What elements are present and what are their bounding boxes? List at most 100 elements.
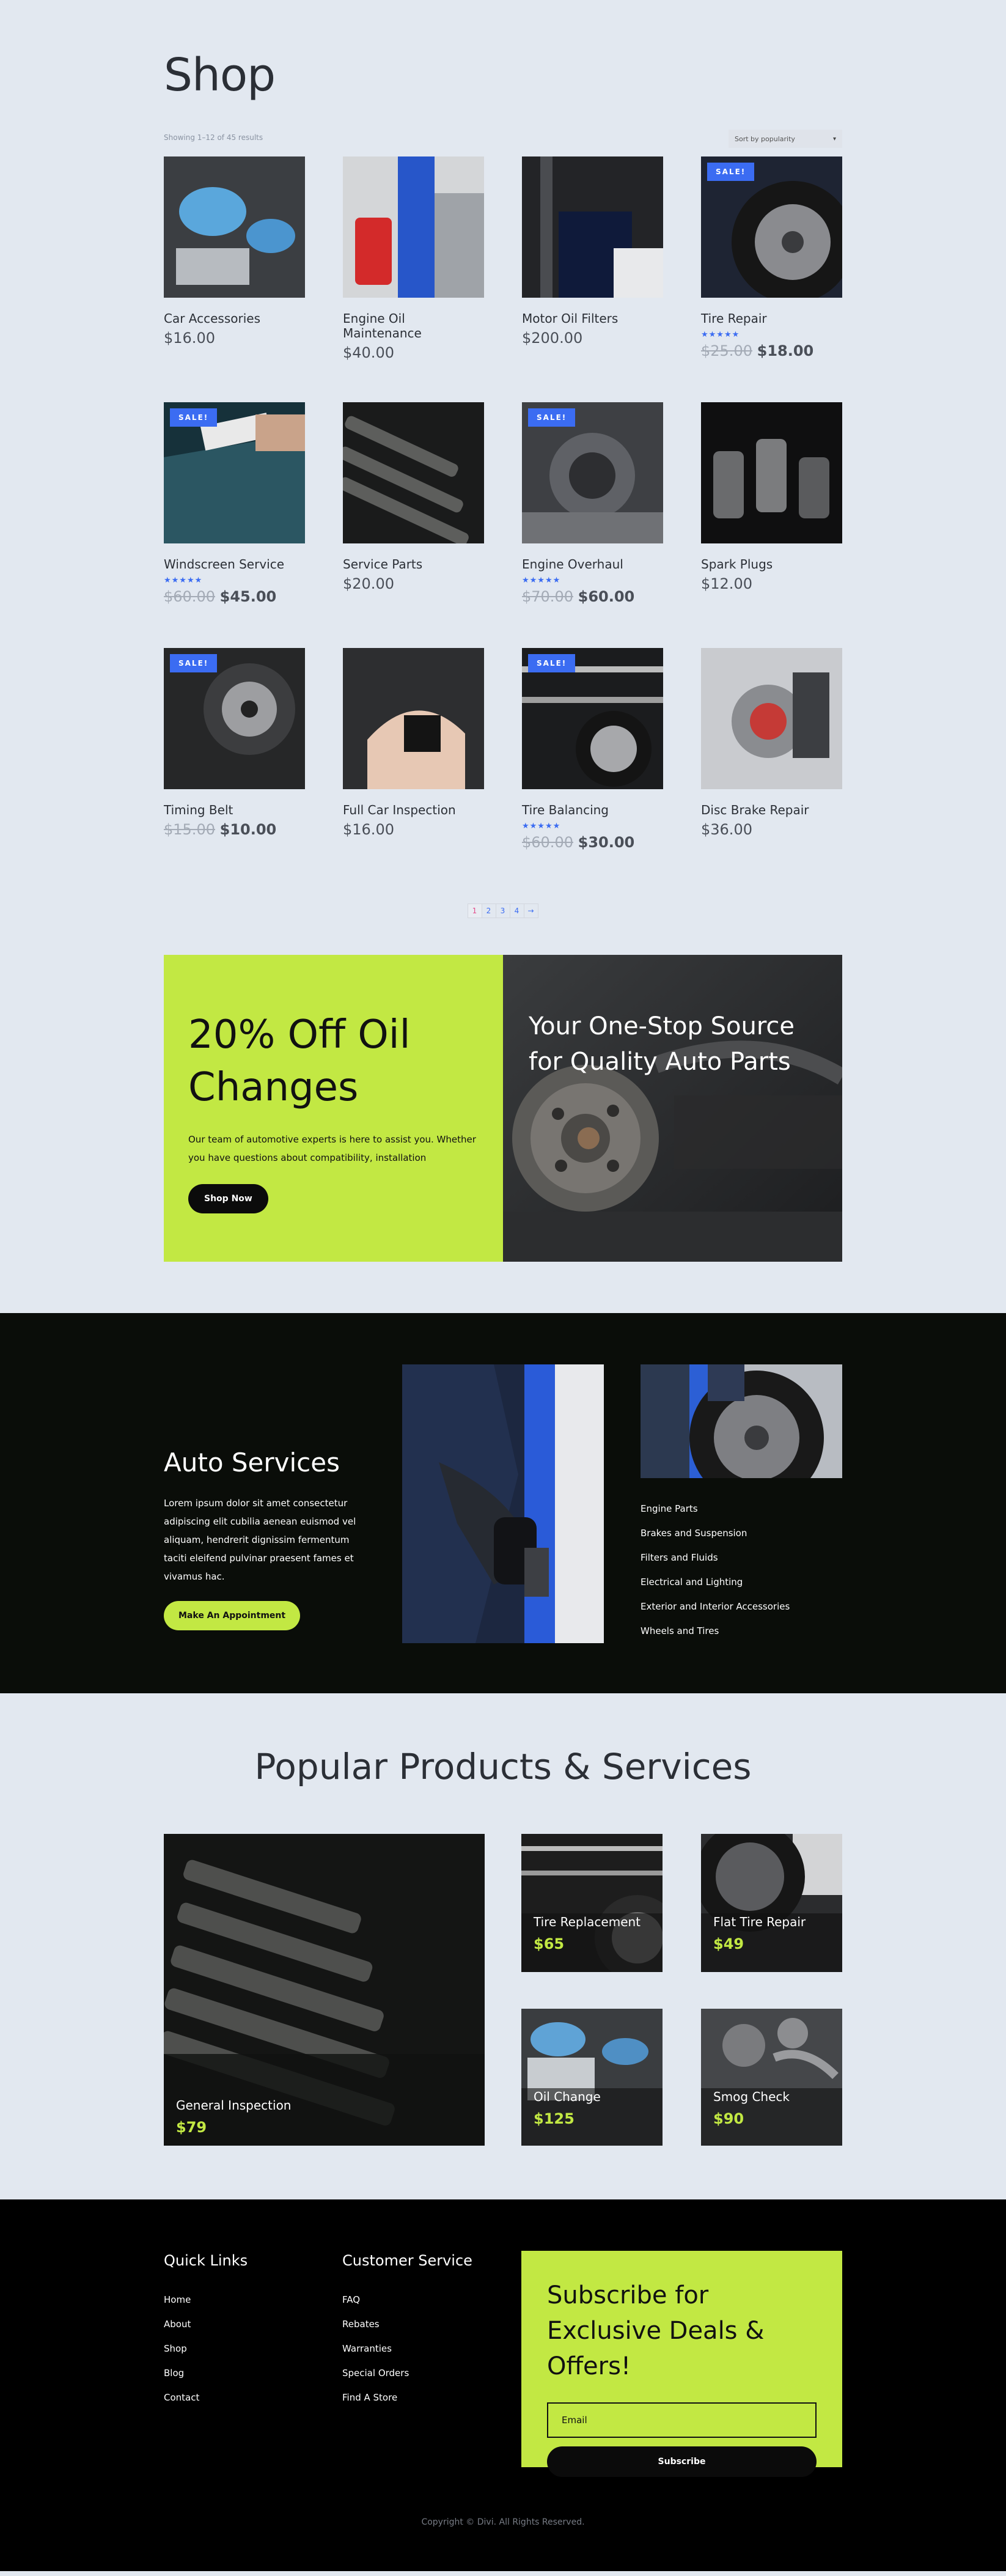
product-image[interactable] bbox=[701, 402, 842, 543]
popular-section: Popular Products & Services General Insp… bbox=[164, 1693, 842, 2199]
product-name[interactable]: Engine Overhaul bbox=[522, 557, 663, 572]
product-image[interactable]: SALE! bbox=[522, 648, 663, 789]
product-image[interactable] bbox=[164, 156, 305, 298]
star-rating-icon: ★★★★★ bbox=[701, 330, 740, 339]
product-image[interactable]: SALE! bbox=[164, 648, 305, 789]
product-card[interactable]: SALE! Tire Balancing ★★★★★ $60.00 $30.00 bbox=[522, 648, 663, 894]
footer-link-home[interactable]: Home bbox=[164, 2287, 248, 2312]
product-card[interactable]: SALE! Timing Belt $15.00 $10.00 bbox=[164, 648, 305, 894]
footer-link-rebates[interactable]: Rebates bbox=[342, 2312, 472, 2336]
email-placeholder: Email bbox=[562, 2415, 587, 2426]
original-price: $60.00 bbox=[522, 834, 573, 851]
product-card[interactable]: Engine Oil Maintenance $40.00 bbox=[343, 156, 484, 402]
service-item[interactable]: Brakes and Suspension bbox=[641, 1521, 790, 1545]
sort-select[interactable]: Sort by popularity ▾ bbox=[729, 130, 842, 148]
footer-link-special-orders[interactable]: Special Orders bbox=[342, 2361, 472, 2385]
chevron-down-icon: ▾ bbox=[832, 135, 836, 142]
product-image[interactable] bbox=[343, 402, 484, 543]
original-price: $15.00 bbox=[164, 821, 215, 838]
next-page-arrow[interactable]: → bbox=[523, 903, 538, 918]
product-image[interactable] bbox=[343, 156, 484, 298]
promo-title: 20% Off Oil Changes bbox=[188, 1012, 411, 1111]
shop-now-button[interactable]: Shop Now bbox=[188, 1183, 268, 1213]
tile-price: $65 bbox=[534, 1935, 565, 1952]
product-name[interactable]: Car Accessories bbox=[164, 311, 305, 326]
footer-link-contact[interactable]: Contact bbox=[164, 2385, 248, 2410]
product-price: $200.00 bbox=[522, 329, 663, 347]
product-grid: Car Accessories $16.00 Engine Oil Maintena… bbox=[164, 156, 842, 894]
sale-badge: SALE! bbox=[528, 654, 576, 672]
popular-tile-tire-replacement[interactable]: Tire Replacement $65 bbox=[521, 1834, 663, 1972]
product-price: $12.00 bbox=[701, 575, 842, 593]
popular-tile-oil-change[interactable]: Oil Change $125 bbox=[521, 2009, 663, 2146]
product-name[interactable]: Tire Balancing bbox=[522, 803, 663, 817]
product-name[interactable]: Motor Oil Filters bbox=[522, 311, 663, 326]
product-card[interactable]: Motor Oil Filters $200.00 bbox=[522, 156, 663, 402]
product-card[interactable]: Spark Plugs $12.00 bbox=[701, 402, 842, 648]
services-title: Auto Services bbox=[164, 1448, 340, 1478]
product-name[interactable]: Service Parts bbox=[343, 557, 484, 572]
subscribe-box: Subscribe for Exclusive Deals & Offers! … bbox=[521, 2251, 842, 2477]
product-image[interactable] bbox=[343, 648, 484, 789]
product-image[interactable]: SALE! bbox=[522, 402, 663, 543]
sort-selected-value: Sort by popularity bbox=[735, 134, 795, 143]
page-title: Shop bbox=[164, 49, 276, 101]
product-price: $60.00 $45.00 bbox=[164, 588, 305, 606]
tile-price: $90 bbox=[713, 2110, 744, 2127]
product-image[interactable]: SALE! bbox=[701, 156, 842, 298]
product-price: $16.00 bbox=[164, 329, 305, 347]
product-card[interactable]: SALE! Engine Overhaul ★★★★★ $70.00 $60.00 bbox=[522, 402, 663, 648]
email-field[interactable]: Email bbox=[547, 2402, 817, 2438]
price-value: $16.00 bbox=[343, 821, 394, 838]
product-card[interactable]: SALE! Windscreen Service ★★★★★ $60.00 $45.0… bbox=[164, 402, 305, 648]
sale-price: $10.00 bbox=[219, 821, 277, 838]
product-card[interactable]: Car Accessories $16.00 bbox=[164, 156, 305, 402]
original-price: $60.00 bbox=[164, 588, 215, 605]
sale-price: $30.00 bbox=[578, 834, 635, 851]
product-name[interactable]: Spark Plugs bbox=[701, 557, 842, 572]
make-appointment-button[interactable]: Make An Appointment bbox=[164, 1601, 301, 1630]
pagination: 1 2 3 4 → bbox=[164, 894, 842, 955]
service-item[interactable]: Filters and Fluids bbox=[641, 1545, 790, 1570]
service-item[interactable]: Engine Parts bbox=[641, 1496, 790, 1521]
service-item[interactable]: Exterior and Interior Accessories bbox=[641, 1594, 790, 1619]
footer-link-about[interactable]: About bbox=[164, 2312, 248, 2336]
star-rating-icon: ★★★★★ bbox=[164, 576, 203, 585]
footer-link-faq[interactable]: FAQ bbox=[342, 2287, 472, 2312]
product-card[interactable]: Full Car Inspection $16.00 bbox=[343, 648, 484, 894]
product-name[interactable]: Tire Repair bbox=[701, 311, 842, 326]
product-name[interactable]: Disc Brake Repair bbox=[701, 803, 842, 817]
price-value: $16.00 bbox=[164, 329, 215, 347]
footer-link-shop[interactable]: Shop bbox=[164, 2336, 248, 2361]
product-image[interactable] bbox=[701, 648, 842, 789]
tire-service-image bbox=[641, 1364, 842, 1478]
footer-link-blog[interactable]: Blog bbox=[164, 2361, 248, 2385]
popular-tile-smog-check[interactable]: Smog Check $90 bbox=[701, 2009, 842, 2146]
page-3[interactable]: 3 bbox=[495, 903, 510, 918]
price-value: $12.00 bbox=[701, 575, 752, 592]
product-image[interactable] bbox=[522, 156, 663, 298]
product-image[interactable]: SALE! bbox=[164, 402, 305, 543]
original-price: $70.00 bbox=[522, 588, 573, 605]
subscribe-button[interactable]: Subscribe bbox=[547, 2446, 817, 2477]
page-1[interactable]: 1 bbox=[467, 903, 482, 918]
page-2[interactable]: 2 bbox=[481, 903, 496, 918]
product-name[interactable]: Windscreen Service bbox=[164, 557, 305, 572]
product-card[interactable]: Service Parts $20.00 bbox=[343, 402, 484, 648]
product-name[interactable]: Engine Oil Maintenance bbox=[343, 311, 484, 340]
popular-tile-general-inspection[interactable]: General Inspection $79 bbox=[164, 1834, 485, 2146]
customer-service-links: Customer Service FAQ Rebates Warranties … bbox=[342, 2252, 472, 2410]
popular-tile-flat-tire-repair[interactable]: Flat Tire Repair $49 bbox=[701, 1834, 842, 1972]
product-card[interactable]: Disc Brake Repair $36.00 bbox=[701, 648, 842, 894]
product-card[interactable]: SALE! Tire Repair ★★★★★ $25.00 $18.00 bbox=[701, 156, 842, 402]
product-name[interactable]: Full Car Inspection bbox=[343, 803, 484, 817]
result-count: Showing 1–12 of 45 results bbox=[164, 133, 263, 142]
product-name[interactable]: Timing Belt bbox=[164, 803, 305, 817]
service-item[interactable]: Wheels and Tires bbox=[641, 1619, 790, 1643]
product-price: $16.00 bbox=[343, 821, 484, 839]
service-item[interactable]: Electrical and Lighting bbox=[641, 1570, 790, 1594]
footer-link-warranties[interactable]: Warranties bbox=[342, 2336, 472, 2361]
auto-services-section: Auto Services Lorem ipsum dolor sit amet… bbox=[0, 1313, 1006, 1693]
footer-link-find-store[interactable]: Find A Store bbox=[342, 2385, 472, 2410]
page-4[interactable]: 4 bbox=[509, 903, 524, 918]
